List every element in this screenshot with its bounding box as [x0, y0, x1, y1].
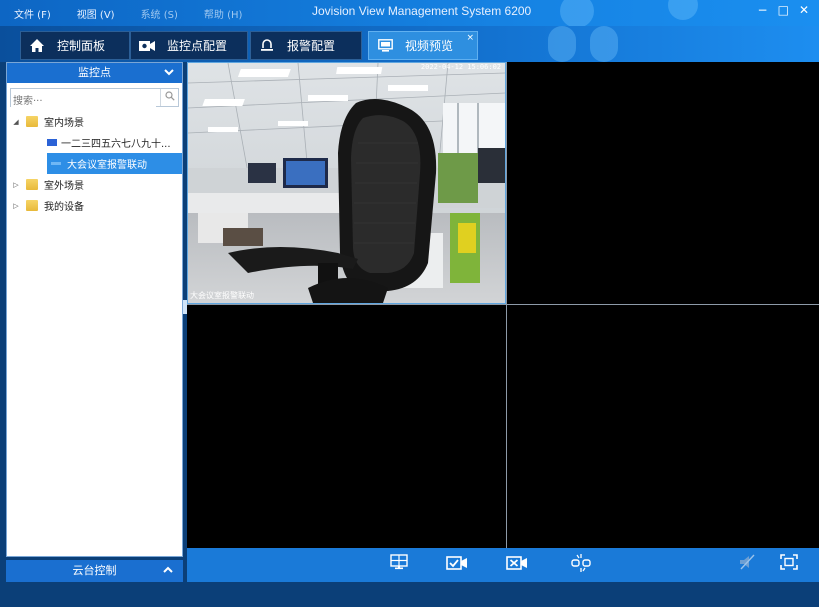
camera-tree: ◢ 室内场景 一二三四五六七八九十... 大会议室报警联动 ▷ 室外场景 ▷ 我… [7, 111, 182, 216]
panel-header[interactable]: 监控点 [7, 63, 182, 83]
tab-label: 控制面板 [57, 39, 106, 53]
video-osd-label: 大会议室报警联动 [190, 291, 254, 300]
ptz-control-title: 云台控制 [72, 564, 117, 577]
menu-system[interactable]: 系统 (S) [141, 6, 178, 21]
home-icon [29, 39, 45, 53]
camera-stop-icon [506, 556, 527, 570]
decor-bubble [548, 26, 576, 62]
app-window: 文件 (F) 视图 (V) 系统 (S) 帮助 (H) Jovision Vie… [0, 0, 819, 607]
video-grid: 2022-04-12 15:06:02 大会议室报警联动 [187, 62, 819, 548]
layout-button[interactable] [387, 554, 411, 576]
ptz-control-header[interactable]: 云台控制 [6, 560, 183, 582]
disconnect-button[interactable] [569, 554, 593, 576]
camera-tree-panel: 监控点 ◢ 室内场景 一二三四五六七八九十... 大会议室报警联动 [6, 62, 183, 557]
collapsed-arrow-icon[interactable]: ▷ [11, 202, 21, 210]
video-feed [188, 63, 505, 303]
video-cell-4[interactable] [507, 305, 819, 548]
video-timestamp: 2022-04-12 15:06:02 [420, 63, 501, 71]
video-preview-icon [377, 39, 393, 53]
alarm-bell-icon [259, 39, 275, 53]
tab-label: 视频预览 [405, 39, 454, 53]
tree-node-label: 室外场景 [44, 181, 84, 192]
grid-layout-icon [390, 554, 408, 570]
camera-config-icon [139, 39, 155, 53]
tree-node-outdoor[interactable]: ▷ 室外场景 [7, 174, 182, 195]
decor-bubble [560, 0, 594, 28]
menu-file[interactable]: 文件 (F) [14, 6, 51, 21]
close-button[interactable]: ✕ [799, 3, 809, 17]
folder-icon [26, 116, 38, 127]
folder-icon [26, 179, 38, 190]
expanded-arrow-icon[interactable]: ◢ [11, 118, 21, 126]
tree-node-camera[interactable]: 一二三四五六七八九十... [7, 132, 182, 153]
fullscreen-icon [780, 554, 798, 570]
unlink-icon [571, 554, 591, 572]
title-bar: 文件 (F) 视图 (V) 系统 (S) 帮助 (H) Jovision Vie… [0, 0, 819, 28]
decor-bubble [668, 0, 698, 20]
stop-all-preview-button[interactable] [505, 554, 529, 576]
chevron-down-icon[interactable] [164, 63, 174, 83]
app-title: Jovision View Management System 6200 [312, 4, 532, 18]
camera-offline-icon [51, 162, 61, 165]
tree-node-label: 我的设备 [44, 202, 84, 213]
tree-node-label: 一二三四五六七八九十... [61, 139, 171, 150]
tree-node-label: 室内场景 [44, 118, 84, 129]
tab-alarm-config[interactable]: 报警配置 [250, 31, 362, 60]
tab-label: 监控点配置 [167, 39, 228, 53]
tab-label: 报警配置 [287, 39, 336, 53]
camera-icon [47, 139, 57, 146]
fullscreen-button[interactable] [777, 554, 801, 576]
panel-title: 监控点 [78, 66, 111, 79]
window-controls: − □ ✕ [758, 3, 809, 17]
menu-view[interactable]: 视图 (V) [77, 6, 115, 21]
search-input[interactable] [11, 93, 156, 110]
tree-node-indoor[interactable]: ◢ 室内场景 [7, 111, 182, 132]
video-cell-1[interactable]: 2022-04-12 15:06:02 大会议室报警联动 [187, 62, 506, 304]
menu-bar: 文件 (F) 视图 (V) 系统 (S) 帮助 (H) [14, 6, 242, 21]
menu-help[interactable]: 帮助 (H) [204, 6, 243, 21]
maximize-button[interactable]: □ [778, 3, 789, 17]
collapsed-arrow-icon[interactable]: ▷ [11, 181, 21, 189]
decor-bubble [590, 26, 618, 62]
folder-icon [26, 200, 38, 211]
chevron-up-icon[interactable] [163, 560, 173, 582]
start-all-preview-button[interactable] [445, 554, 469, 576]
camera-check-icon [446, 556, 467, 570]
video-cell-2[interactable] [507, 62, 819, 304]
tree-node-my-devices[interactable]: ▷ 我的设备 [7, 195, 182, 216]
tab-control-panel[interactable]: 控制面板 [20, 31, 130, 60]
search-box [10, 88, 179, 110]
tab-camera-config[interactable]: 监控点配置 [130, 31, 248, 60]
minimize-button[interactable]: − [758, 3, 768, 17]
close-tab-icon[interactable]: × [466, 33, 474, 43]
preview-toolbar [187, 548, 819, 582]
status-bar [0, 582, 819, 607]
tree-node-label: 大会议室报警联动 [67, 160, 147, 171]
tree-node-conference-alarm[interactable]: 大会议室报警联动 [47, 153, 182, 174]
mute-button[interactable] [735, 554, 759, 576]
video-cell-3[interactable] [187, 305, 506, 548]
search-icon[interactable] [160, 89, 178, 106]
tab-bar: 控制面板 监控点配置 报警配置 视频预览 × [0, 26, 819, 62]
tab-video-preview[interactable]: 视频预览 × [368, 31, 478, 60]
speaker-mute-icon [740, 554, 755, 570]
